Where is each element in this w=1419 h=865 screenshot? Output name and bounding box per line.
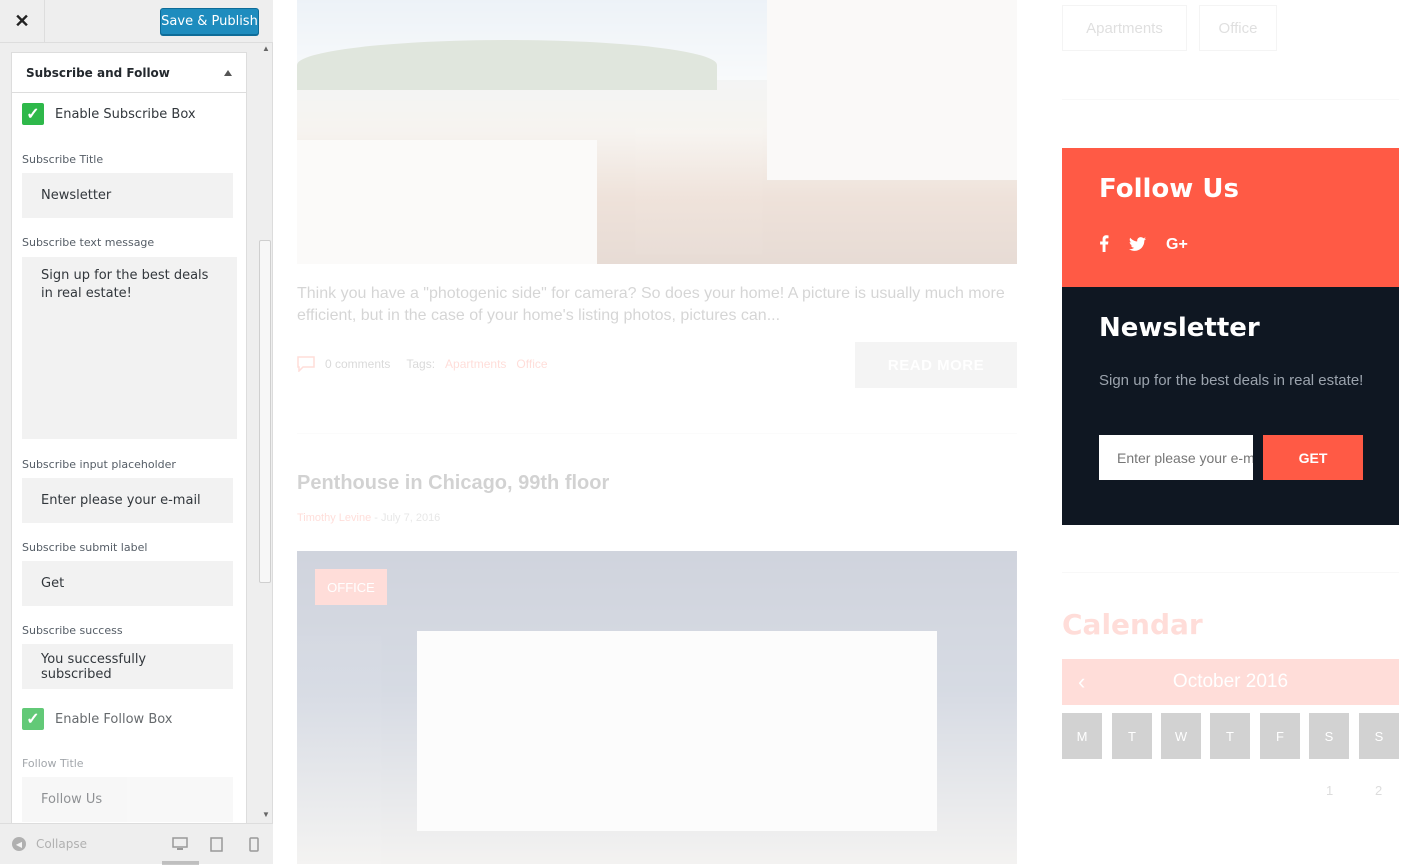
comments-count[interactable]: 0 comments [325,357,390,371]
subscribe-title-input[interactable]: Newsletter [22,173,233,218]
weekday-header: W [1161,713,1201,759]
meta-separator: - [374,512,378,524]
customizer-controls: Subscribe and Follow ✓ Enable Subscribe … [0,43,273,823]
subscribe-text-textarea[interactable]: Sign up for the best deals in real estat… [22,257,237,439]
caret-up-icon[interactable] [224,69,232,76]
enable-subscribe-checkbox[interactable]: ✓ Enable Subscribe Box [22,103,196,125]
calendar-title: Calendar [1062,608,1203,641]
weekday-header: T [1210,713,1250,759]
enable-subscribe-label: Enable Subscribe Box [55,106,196,122]
image-hills [297,40,717,90]
calendar-header: ‹ October 2016 [1062,659,1399,705]
facebook-icon[interactable] [1099,235,1109,252]
post-author[interactable]: Timothy Levine [297,512,371,524]
mobile-preview-icon[interactable] [249,837,259,852]
category-badge[interactable]: OFFICE [315,569,387,605]
calendar-date[interactable]: 2 [1375,783,1382,798]
subscribe-success-label: Subscribe success [22,624,123,637]
section-title: Subscribe and Follow [26,65,170,80]
read-more-button[interactable]: READ MORE [855,342,1017,388]
follow-us-widget: Follow Us G+ [1062,148,1399,287]
subscribe-submit-label: Subscribe submit label [22,541,148,554]
subscribe-title-label: Subscribe Title [22,153,104,166]
post-excerpt: Think you have a "photogenic side" for c… [297,285,1005,324]
newsletter-widget: Newsletter Sign up for the best deals in… [1062,287,1399,525]
post-meta: Timothy Levine - July 7, 2016 [297,512,440,524]
sidebar-divider [1062,572,1399,573]
weekday-header: T [1112,713,1152,759]
save-publish-button[interactable]: Save & Publish [160,8,259,35]
weekday-header: M [1062,713,1102,759]
weekday-header: S [1309,713,1349,759]
follow-title-label: Follow Title [22,757,84,770]
desktop-preview-icon[interactable] [172,837,188,851]
post-title[interactable]: Penthouse in Chicago, 99th floor [297,472,609,495]
site-preview: Think you have a "photogenic side" for c… [274,0,1419,864]
sidebar-divider [1062,99,1399,100]
follow-title-input[interactable]: Follow Us [22,777,233,822]
customizer-header: ✕ Save & Publish [0,0,273,43]
post-featured-image[interactable] [297,0,1017,264]
collapse-button[interactable]: ◀ Collapse [12,837,87,851]
subscribe-placeholder-input[interactable]: Enter please your e-mail [22,478,233,523]
post-divider [297,433,1017,434]
calendar-month: October 2016 [1172,671,1289,692]
image-bathtub [297,140,597,264]
subscribe-follow-section: Subscribe and Follow ✓ Enable Subscribe … [11,52,247,823]
post-featured-image[interactable] [297,551,1017,864]
tag-link-apartments[interactable]: Apartments [445,357,506,371]
enable-follow-checkbox[interactable]: ✓ Enable Follow Box [22,708,173,730]
google-plus-icon[interactable]: G+ [1166,236,1190,251]
newsletter-submit-button[interactable]: GET [1263,435,1363,480]
comment-icon [297,356,315,372]
subscribe-submit-input[interactable]: Get [22,561,233,606]
active-device-indicator [162,861,199,865]
calendar-date[interactable]: 1 [1326,783,1333,798]
scrollbar-thumb[interactable] [259,240,271,583]
tag-button-apartments[interactable]: Apartments [1062,5,1187,51]
scroll-down-icon[interactable]: ▼ [262,810,270,819]
customizer-footer: ◀ Collapse [0,823,273,865]
enable-follow-label: Enable Follow Box [55,711,173,727]
newsletter-email-input[interactable]: Enter please your e-mail [1099,435,1253,480]
customizer-panel: ✕ Save & Publish Subscribe and Follow ✓ … [0,0,273,865]
collapse-label: Collapse [36,837,87,851]
checkmark-icon[interactable]: ✓ [22,708,44,730]
social-icons: G+ [1099,235,1190,252]
subscribe-success-input[interactable]: You successfully subscribed [22,644,233,689]
newsletter-title: Newsletter [1099,313,1260,343]
checkmark-icon[interactable]: ✓ [22,103,44,125]
subscribe-text-label: Subscribe text message [22,236,155,249]
tag-link-office[interactable]: Office [516,357,547,371]
scroll-up-icon[interactable]: ▲ [262,44,270,53]
follow-title: Follow Us [1099,174,1239,204]
post-meta: 0 comments Tags: Apartments Office [297,356,548,372]
collapse-arrow-icon: ◀ [12,837,26,851]
chevron-left-icon[interactable]: ‹ [1078,669,1085,695]
tag-button-office[interactable]: Office [1199,5,1277,51]
subscribe-placeholder-label: Subscribe input placeholder [22,458,176,471]
tablet-preview-icon[interactable] [210,837,223,852]
newsletter-text: Sign up for the best deals in real estat… [1099,372,1364,389]
weekday-header: S [1359,713,1399,759]
svg-text:G+: G+ [1166,236,1188,251]
twitter-icon[interactable] [1129,236,1146,251]
image-building [417,631,937,831]
post-date: July 7, 2016 [380,512,441,524]
tags-label: Tags: [406,357,436,371]
image-wall [767,0,1017,180]
section-header[interactable]: Subscribe and Follow [12,53,246,93]
weekday-header: F [1260,713,1300,759]
close-icon[interactable]: ✕ [0,0,45,43]
